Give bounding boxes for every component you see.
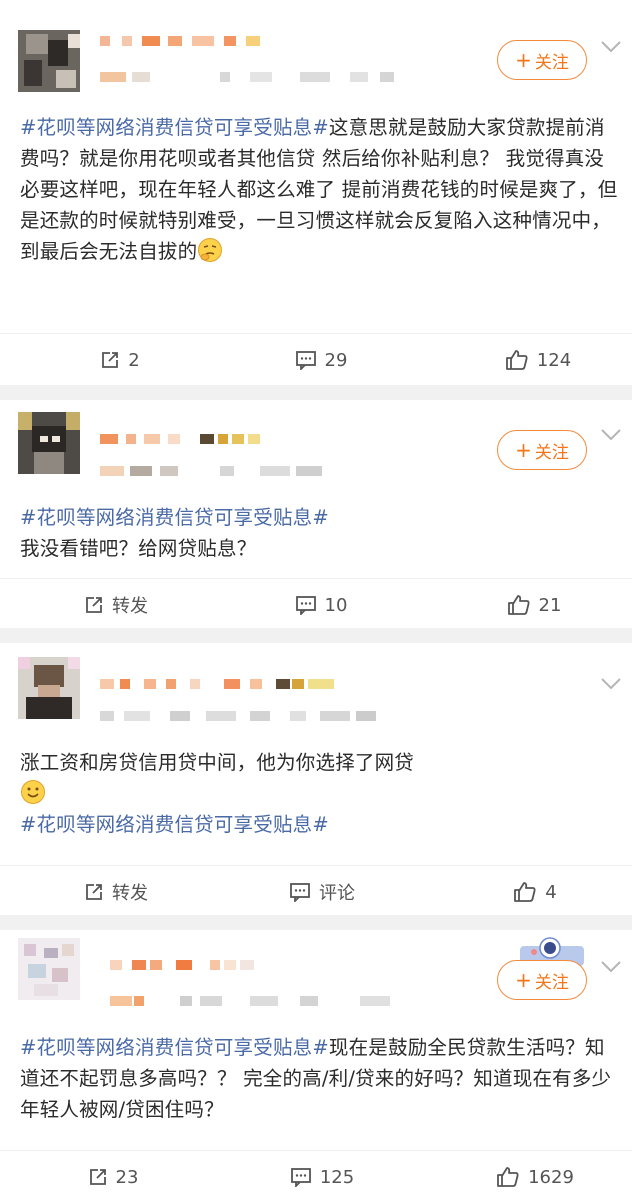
repost-label: 转发 xyxy=(112,883,148,904)
post-text: #花呗等网络消费信贷可享受贴息#这意思就是鼓励大家贷款提前消费吗？就是你用花呗或… xyxy=(20,112,620,267)
follow-label: 关注 xyxy=(534,52,569,73)
repost-count: 23 xyxy=(115,1166,139,1188)
like-icon xyxy=(514,882,536,902)
plus-icon: + xyxy=(515,968,532,992)
like-button[interactable]: 124 xyxy=(488,334,588,386)
repost-button[interactable]: 转发 xyxy=(66,866,166,918)
like-count: 1629 xyxy=(528,1166,574,1188)
post-text: #花呗等网络消费信贷可享受贴息#现在是鼓励全民贷款生活吗？知道还不起罚息多高吗？… xyxy=(20,1032,620,1125)
post-header: + 关注 xyxy=(0,930,632,1016)
share-icon xyxy=(86,597,102,613)
comment-icon xyxy=(295,351,316,370)
like-icon xyxy=(507,595,530,615)
like-button[interactable]: 21 xyxy=(494,579,574,631)
chevron-down-icon[interactable] xyxy=(600,677,622,691)
username-redacted xyxy=(100,679,340,689)
follow-button[interactable]: + 关注 xyxy=(497,960,587,1000)
post-header xyxy=(0,643,632,729)
avatar[interactable] xyxy=(18,30,80,92)
hashtag-link[interactable]: #花呗等网络消费信贷可享受贴息# xyxy=(20,809,620,840)
comment-button[interactable]: 29 xyxy=(276,334,366,386)
plus-icon: + xyxy=(515,438,532,462)
like-count: 124 xyxy=(536,349,572,371)
action-bar: 转发 10 21 xyxy=(0,578,632,630)
post-header: + 关注 xyxy=(0,400,632,486)
like-button[interactable]: 4 xyxy=(500,866,570,918)
post-meta-redacted xyxy=(100,72,400,82)
username-redacted xyxy=(110,960,260,970)
post-content: 涨工资和房贷信用贷中间，他为你选择了网贷 xyxy=(20,751,415,774)
action-bar: 2 29 124 xyxy=(0,333,632,385)
follow-label: 关注 xyxy=(534,972,569,993)
chevron-down-icon[interactable] xyxy=(600,428,622,442)
comment-icon xyxy=(295,596,316,615)
chevron-down-icon[interactable] xyxy=(600,40,622,54)
share-icon xyxy=(89,1169,106,1185)
share-icon xyxy=(102,352,119,368)
repost-label: 转发 xyxy=(112,596,148,617)
post-header: + 关注 xyxy=(0,0,632,92)
comment-button[interactable]: 125 xyxy=(272,1151,372,1200)
username-redacted xyxy=(100,36,260,46)
feed: + 关注 #花呗等网络消费信贷可享受贴息#这意思就是鼓励大家贷款提前消费吗？就是… xyxy=(0,0,632,1200)
plus-icon: + xyxy=(515,48,532,72)
post: + 关注 #花呗等网络消费信贷可享受贴息#现在是鼓励全民贷款生活吗？知道还不起罚… xyxy=(0,930,632,1200)
username-redacted xyxy=(100,434,260,444)
follow-button[interactable]: + 关注 xyxy=(497,430,587,470)
post-meta-redacted xyxy=(100,711,380,721)
comment-count: 29 xyxy=(324,349,348,371)
action-bar: 23 125 1629 xyxy=(0,1150,632,1200)
smile-emoji xyxy=(21,780,45,804)
repost-button[interactable]: 转发 xyxy=(66,579,166,631)
post: 涨工资和房贷信用贷中间，他为你选择了网贷 #花呗等网络消费信贷可享受贴息# 转发… xyxy=(0,643,632,915)
comment-icon xyxy=(290,1168,311,1187)
like-count: 21 xyxy=(538,594,562,616)
post: + 关注 #花呗等网络消费信贷可享受贴息#这意思就是鼓励大家贷款提前消费吗？就是… xyxy=(0,0,632,385)
post: + 关注 #花呗等网络消费信贷可享受贴息# 我没看错吧？给网贷贴息？ 转发 10… xyxy=(0,400,632,628)
comment-button[interactable]: 10 xyxy=(276,579,366,631)
hashtag-link[interactable]: #花呗等网络消费信贷可享受贴息# xyxy=(20,1036,329,1059)
share-icon xyxy=(86,884,102,900)
action-bar: 转发 评论 4 xyxy=(0,865,632,917)
comment-icon xyxy=(290,883,310,902)
like-icon xyxy=(497,1167,519,1187)
repost-button[interactable]: 23 xyxy=(68,1151,158,1200)
like-button[interactable]: 1629 xyxy=(480,1151,590,1200)
like-icon xyxy=(505,350,528,370)
thinking-face-emoji xyxy=(198,238,223,262)
post-meta-redacted xyxy=(100,466,330,476)
comment-button[interactable]: 评论 xyxy=(274,866,370,918)
post-text: #花呗等网络消费信贷可享受贴息# 我没看错吧？给网贷贴息？ xyxy=(20,502,620,564)
comment-count: 10 xyxy=(324,594,348,616)
comment-count: 125 xyxy=(319,1166,355,1188)
comment-label: 评论 xyxy=(319,883,355,904)
follow-button[interactable]: + 关注 xyxy=(497,40,587,80)
chevron-down-icon[interactable] xyxy=(600,960,622,974)
hashtag-link[interactable]: #花呗等网络消费信贷可享受贴息# xyxy=(20,116,329,139)
avatar[interactable] xyxy=(18,938,80,1000)
post-meta-redacted xyxy=(110,996,410,1006)
hashtag-link[interactable]: #花呗等网络消费信贷可享受贴息# xyxy=(20,502,620,533)
repost-button[interactable]: 2 xyxy=(80,334,160,386)
repost-count: 2 xyxy=(128,349,140,371)
like-count: 4 xyxy=(545,881,557,903)
follow-label: 关注 xyxy=(534,442,569,463)
post-text: 涨工资和房贷信用贷中间，他为你选择了网贷 #花呗等网络消费信贷可享受贴息# xyxy=(20,747,620,840)
avatar[interactable] xyxy=(18,657,80,719)
post-content: 我没看错吧？给网贷贴息？ xyxy=(20,537,257,560)
avatar[interactable] xyxy=(18,412,80,474)
